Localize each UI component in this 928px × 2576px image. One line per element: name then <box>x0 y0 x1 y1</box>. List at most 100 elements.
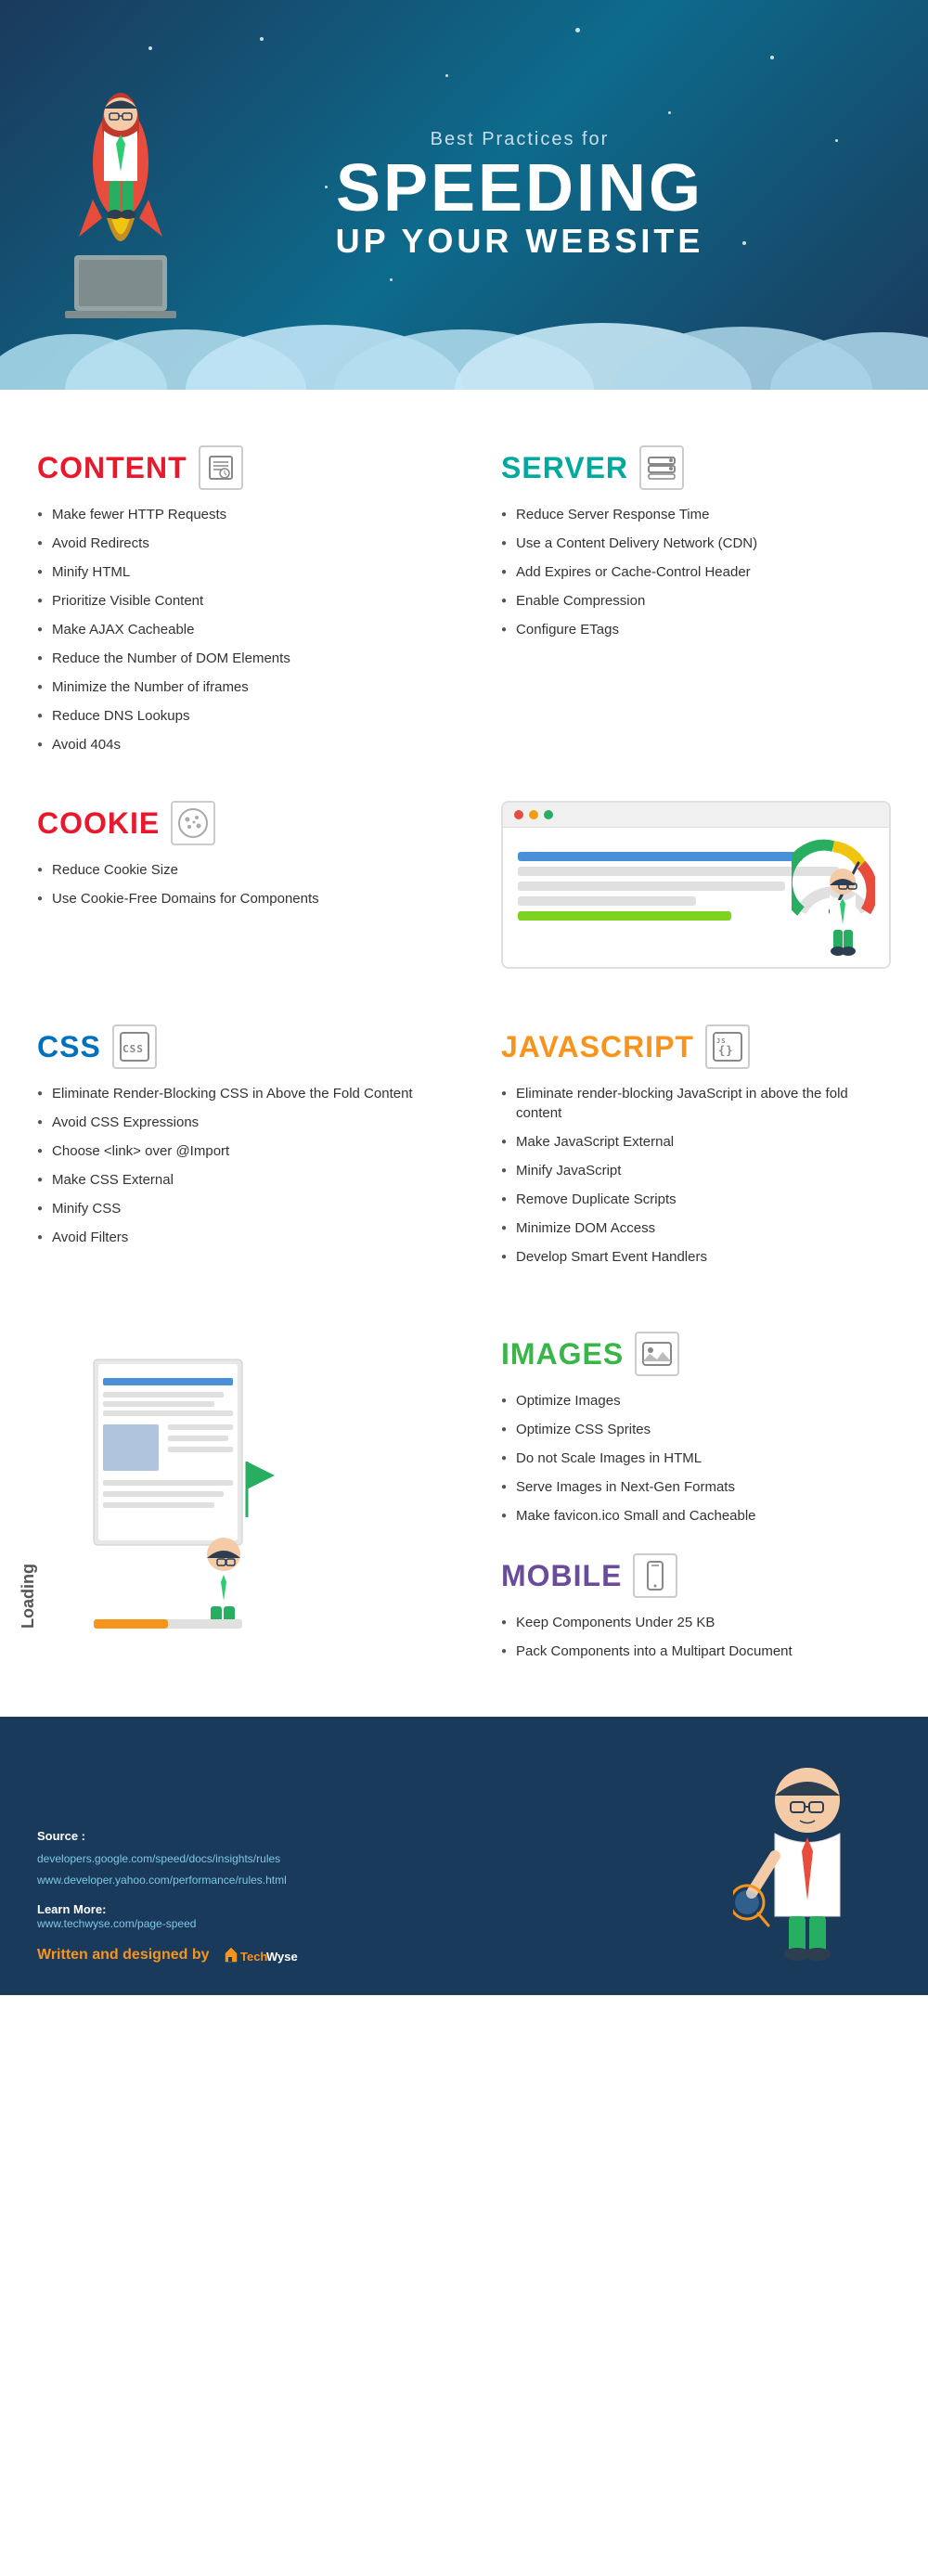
source-link-1[interactable]: developers.google.com/speed/docs/insight… <box>37 1852 280 1865</box>
list-item: Enable Compression <box>501 591 891 611</box>
browser-content <box>503 828 889 967</box>
cookie-list: Reduce Cookie Size Use Cookie-Free Domai… <box>37 860 427 908</box>
css-js-row: CSS CSS Eliminate Render-Blocking CSS in… <box>0 1006 928 1294</box>
list-item: Make fewer HTTP Requests <box>37 505 427 524</box>
cookie-title-text: COOKIE <box>37 806 160 841</box>
list-item: Prioritize Visible Content <box>37 591 427 611</box>
js-icon: {} JS <box>705 1024 750 1069</box>
browser-dot-green <box>544 810 553 819</box>
loading-label: Loading <box>0 1322 57 1638</box>
learn-label: Learn More: <box>37 1902 106 1916</box>
list-item: Minimize DOM Access <box>501 1218 891 1238</box>
svg-text:Wyse: Wyse <box>266 1950 298 1964</box>
brand-prefix: Written and designed by <box>37 1947 210 1963</box>
list-item: Remove Duplicate Scripts <box>501 1190 891 1209</box>
footer-source: Source : developers.google.com/speed/doc… <box>37 1825 724 1891</box>
footer-learn: Learn More: www.techwyse.com/page-speed <box>37 1902 724 1930</box>
performance-graphic-col <box>464 782 928 987</box>
js-title-text: JAVASCRIPT <box>501 1030 694 1064</box>
list-item: Add Expires or Cache-Control Header <box>501 562 891 582</box>
css-title-text: CSS <box>37 1030 101 1064</box>
header-text: Best Practices for SPEEDING UP YOUR WEBS… <box>336 129 704 261</box>
list-item: Optimize Images <box>501 1391 891 1410</box>
list-item: Use a Content Delivery Network (CDN) <box>501 534 891 553</box>
js-col: JAVASCRIPT {} JS Eliminate render-blocki… <box>464 1006 928 1294</box>
cookie-col: COOKIE Reduce Cookie Size Use Cookie-Fre… <box>0 782 464 987</box>
scientist-figure <box>815 865 870 962</box>
source-label: Source : <box>37 1829 85 1843</box>
content-title-text: CONTENT <box>37 451 187 485</box>
brand-name: Tech Wyse <box>218 1944 302 1963</box>
images-icon <box>635 1332 679 1376</box>
main-content: CONTENT Make fewer HTTP Requests Avoid <box>0 390 928 1717</box>
mobile-list: Keep Components Under 25 KB Pack Compone… <box>501 1613 891 1661</box>
list-item: Make AJAX Cacheable <box>37 620 427 639</box>
learn-link[interactable]: www.techwyse.com/page-speed <box>37 1917 196 1930</box>
cookie-perf-row: COOKIE Reduce Cookie Size Use Cookie-Fre… <box>0 782 928 987</box>
list-item: Keep Components Under 25 KB <box>501 1613 891 1632</box>
list-item: Optimize CSS Sprites <box>501 1420 891 1439</box>
loading-images-row: Loading <box>0 1322 928 1680</box>
css-col: CSS CSS Eliminate Render-Blocking CSS in… <box>0 1006 464 1294</box>
list-item: Choose <link> over @Import <box>37 1141 427 1161</box>
list-item: Minify HTML <box>37 562 427 582</box>
list-item: Make favicon.ico Small and Cacheable <box>501 1506 891 1526</box>
images-section: IMAGES Optimize Images Optimize CSS Spri… <box>501 1332 891 1526</box>
list-item: Minify CSS <box>37 1199 427 1218</box>
progress-line <box>518 867 839 876</box>
progress-line <box>518 911 731 921</box>
images-title: IMAGES <box>501 1332 891 1376</box>
svg-text:{}: {} <box>718 1044 733 1057</box>
rocket-figure <box>56 51 186 334</box>
css-icon: CSS <box>112 1024 157 1069</box>
list-item: Avoid Filters <box>37 1228 427 1247</box>
css-list: Eliminate Render-Blocking CSS in Above t… <box>37 1084 427 1247</box>
mobile-title-text: MOBILE <box>501 1559 622 1593</box>
content-icon <box>199 445 243 490</box>
header-subtitle: Best Practices for <box>336 129 704 150</box>
browser-mockup <box>501 801 891 969</box>
images-title-text: IMAGES <box>501 1337 624 1372</box>
server-list: Reduce Server Response Time Use a Conten… <box>501 505 891 639</box>
browser-dot-yellow <box>529 810 538 819</box>
list-item: Develop Smart Event Handlers <box>501 1247 891 1267</box>
list-item: Configure ETags <box>501 620 891 639</box>
list-item: Make JavaScript External <box>501 1132 891 1152</box>
list-item: Avoid CSS Expressions <box>37 1113 427 1132</box>
svg-text:CSS: CSS <box>122 1043 144 1055</box>
progress-line <box>518 852 803 861</box>
list-item: Minimize the Number of iframes <box>37 677 427 697</box>
progress-line <box>518 882 785 891</box>
list-item: Avoid 404s <box>37 735 427 754</box>
cookie-title: COOKIE <box>37 801 427 845</box>
list-item: Minify JavaScript <box>501 1161 891 1180</box>
server-title: SERVER <box>501 445 891 490</box>
browser-bar <box>503 803 889 828</box>
source-link-2[interactable]: www.developer.yahoo.com/performance/rule… <box>37 1874 287 1887</box>
header-subtitle2: UP YOUR WEBSITE <box>336 222 704 261</box>
server-col: SERVER Reduce Server Response Time Use a… <box>464 427 928 782</box>
loading-col: Loading <box>0 1322 464 1638</box>
content-list: Make fewer HTTP Requests Avoid Redirects… <box>37 505 427 754</box>
footer-figure <box>724 1745 891 1967</box>
loading-figure <box>57 1322 464 1638</box>
browser-dot-red <box>514 810 523 819</box>
list-item: Reduce DNS Lookups <box>37 706 427 726</box>
footer-section: Source : developers.google.com/speed/doc… <box>0 1717 928 1995</box>
mobile-icon <box>633 1553 677 1598</box>
mobile-title: MOBILE <box>501 1553 891 1598</box>
server-icon <box>639 445 684 490</box>
content-title: CONTENT <box>37 445 427 490</box>
images-mobile-col: IMAGES Optimize Images Optimize CSS Spri… <box>464 1322 928 1680</box>
css-title: CSS CSS <box>37 1024 427 1069</box>
list-item: Eliminate render-blocking JavaScript in … <box>501 1084 891 1123</box>
js-list: Eliminate render-blocking JavaScript in … <box>501 1084 891 1267</box>
list-item: Pack Components into a Multipart Documen… <box>501 1642 891 1661</box>
progress-line <box>518 896 696 906</box>
list-item: Make CSS External <box>37 1170 427 1190</box>
list-item: Serve Images in Next-Gen Formats <box>501 1477 891 1497</box>
server-title-text: SERVER <box>501 451 628 485</box>
header-main-title: SPEEDING <box>336 155 704 222</box>
footer-brand: Written and designed by Tech Wyse <box>37 1941 724 1967</box>
content-col: CONTENT Make fewer HTTP Requests Avoid <box>0 427 464 782</box>
